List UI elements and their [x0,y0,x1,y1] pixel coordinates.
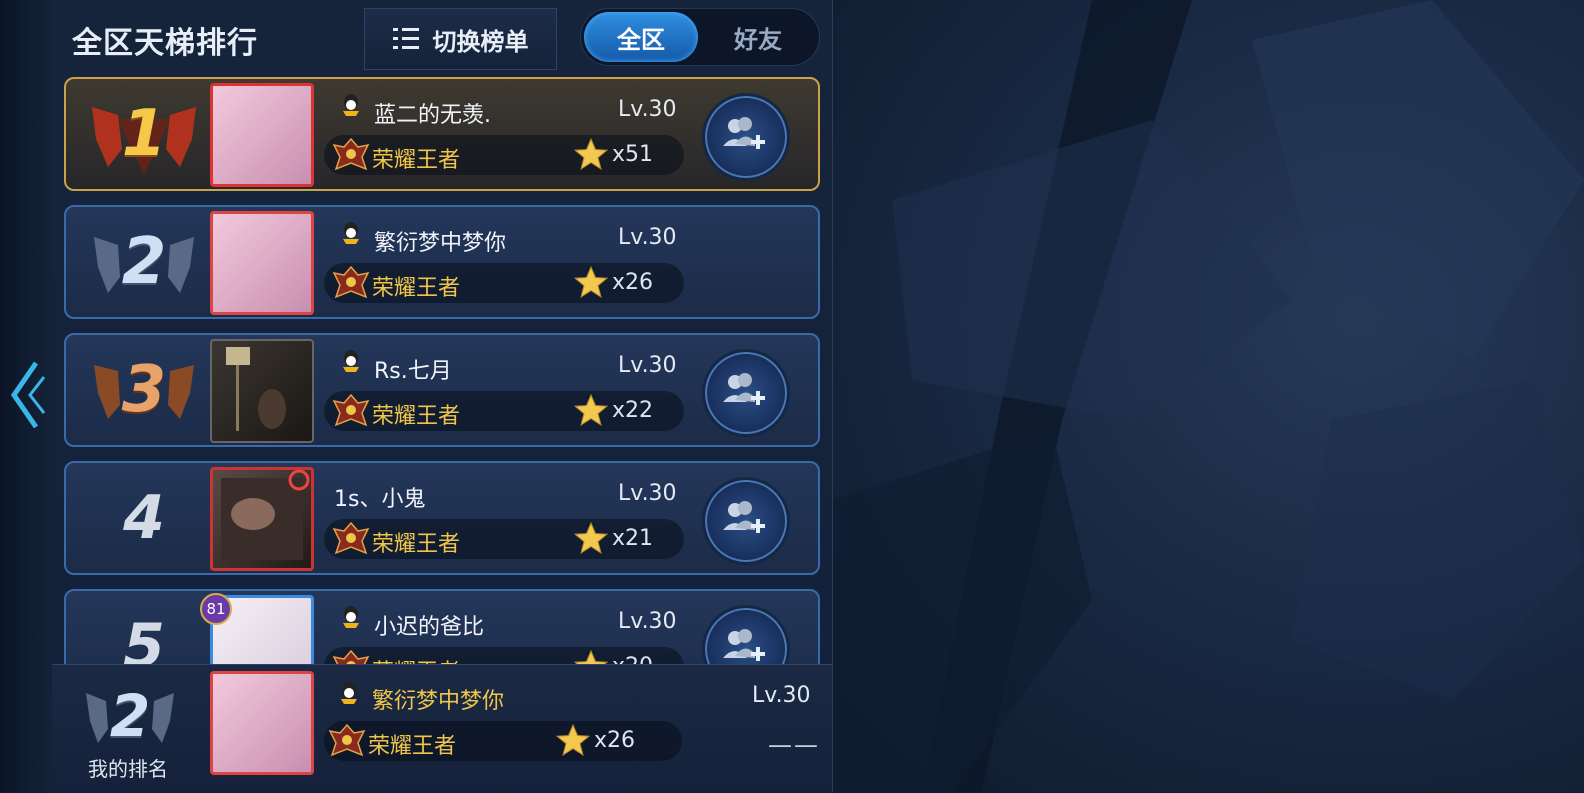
king-tier-icon [332,521,370,555]
add-friend-button[interactable] [702,93,790,181]
avatar-photo [221,470,310,560]
king-tier-icon [332,137,370,171]
rank-number: 5 [123,611,165,664]
star-count: x20 [612,654,653,664]
my-rank-number: 2 [109,682,151,750]
switch-leaderboard-button[interactable]: 切换榜单 [364,8,557,70]
avatar[interactable] [210,467,314,571]
star-count: x26 [612,270,654,295]
tab-friends[interactable]: 好友 [701,12,815,62]
back-chevron-icon[interactable] [6,355,46,435]
my-rank-badge: 2 [80,671,180,761]
star-count: x21 [612,526,654,551]
tier-name: 荣耀王者 [372,148,461,173]
player-name: 蓝二的无羡. [374,103,491,128]
avatar-level-badge: 81 [200,593,232,625]
rank-number: 4 [123,483,165,553]
star-icon [574,650,608,664]
my-level: Lv.30 [752,683,811,708]
tier-box: 荣耀王者 x22 [324,391,684,431]
qq-icon [343,350,359,372]
star-icon [574,522,608,554]
add-friend-icon [723,117,765,149]
ranking-row[interactable]: 5 81 小迟的爸比 Lv.30 荣耀王者 x20 [64,589,820,664]
rank-badge: 5 [88,591,200,664]
qq-icon [343,222,359,244]
background-pattern [832,0,1584,792]
rank-number: 2 [121,225,167,299]
avatar[interactable] [210,211,314,315]
ranking-row[interactable]: 3 Rs.七月 Lv.30 荣耀王者 x22 [64,333,820,447]
player-name: Rs.七月 [374,359,452,384]
tier-box: 荣耀王者 x21 [324,519,684,559]
star-icon [574,138,608,170]
my-name: 繁衍梦中梦你 [372,689,505,714]
player-name: 1s、小鬼 [334,487,426,512]
player-level: Lv.30 [618,481,677,506]
my-rank-bar: 2 我的排名 繁衍梦中梦你 Lv.30 荣耀王者 x26 —— [52,664,832,793]
add-friend-button[interactable] [702,349,790,437]
king-tier-icon [332,265,370,299]
player-level: Lv.30 [618,609,677,634]
qq-icon [343,606,359,628]
tier-box: 荣耀王者 x26 [324,263,684,303]
star-icon [556,724,590,756]
king-tier-icon [328,723,366,757]
player-level: Lv.30 [618,225,677,250]
qq-icon [341,682,357,704]
avatar[interactable] [210,339,314,443]
list-icon [392,28,419,50]
star-count: x51 [612,142,654,167]
my-star-count: x26 [594,728,636,753]
ranking-row[interactable]: 1 蓝二的无羡. Lv.30 荣耀王者 x51 [64,77,820,191]
ranking-row[interactable]: 4 1s、小鬼 Lv.30 荣耀王者 x21 [64,461,820,575]
king-tier-icon [332,649,370,664]
ranking-row[interactable]: 2 繁衍梦中梦你 Lv.30 荣耀王者 x26 [64,205,820,319]
page-title: 全区天梯排行 [72,26,258,61]
panel-header: 全区天梯排行 切换榜单 全区 好友 [52,0,832,74]
tier-name: 荣耀王者 [372,404,461,429]
rank-badge: 3 [88,335,200,445]
rank-number: 3 [121,353,167,427]
tier-name: 荣耀王者 [372,276,461,301]
ladder-panel: 全区天梯排行 切换榜单 全区 好友 1 蓝二的无羡. Lv.30 荣耀王者 x5… [52,0,833,793]
king-tier-icon [332,393,370,427]
add-friend-icon [723,501,765,533]
avatar-photo [226,347,286,431]
ranking-list[interactable]: 1 蓝二的无羡. Lv.30 荣耀王者 x51 2 繁衍梦中梦你 Lv.30 荣… [52,74,832,664]
add-friend-button[interactable] [702,605,790,664]
my-avatar[interactable] [210,671,314,775]
rank-badge: 4 [88,463,200,573]
star-icon [574,266,608,298]
star-count: x22 [612,398,654,423]
player-name: 小迟的爸比 [374,615,485,640]
my-tier-name: 荣耀王者 [368,734,457,759]
my-tier-box: 荣耀王者 x26 [324,721,682,761]
switch-leaderboard-label: 切换榜单 [432,27,529,56]
star-icon [574,394,608,426]
rank-badge: 2 [88,207,200,317]
tier-box: 荣耀王者 x51 [324,135,684,175]
tier-name: 荣耀王者 [372,532,461,557]
my-extra-value: —— [768,731,820,759]
player-name: 繁衍梦中梦你 [374,231,507,256]
player-level: Lv.30 [618,97,677,122]
rank-badge: 1 [88,79,200,189]
tier-box: 荣耀王者 x20 [324,647,684,664]
tier-name: 荣耀王者 [372,654,460,664]
left-edge [0,0,52,792]
add-friend-icon [723,629,765,661]
qq-icon [343,94,359,116]
avatar[interactable] [210,83,314,187]
rank-number: 1 [121,97,167,171]
background-art [832,0,1584,792]
add-friend-icon [723,373,765,405]
add-friend-button[interactable] [702,477,790,565]
player-level: Lv.30 [618,353,677,378]
my-rank-label: 我的排名 [88,757,168,781]
scope-toggle: 全区 好友 [580,8,820,66]
tab-all-server[interactable]: 全区 [584,12,698,62]
